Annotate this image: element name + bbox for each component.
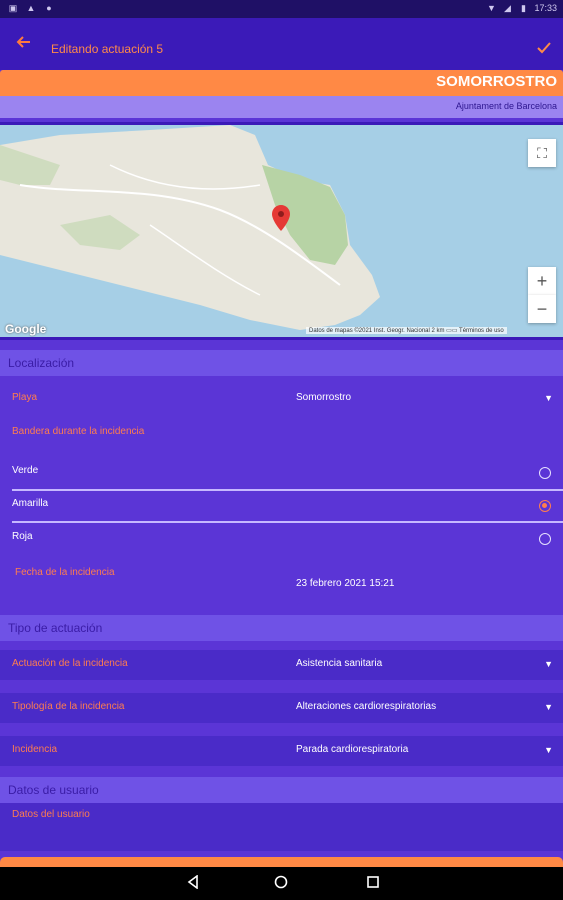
radio-option-roja[interactable]: Roja [0, 523, 563, 555]
bandera-label: Bandera durante la incidencia [12, 426, 145, 437]
map-canvas [0, 125, 563, 337]
back-arrow-icon[interactable] [14, 34, 34, 54]
dropdown-arrow-icon[interactable]: ▼ [544, 393, 553, 403]
fecha-value[interactable]: 23 febrero 2021 15:21 [296, 578, 394, 589]
tipologia-value[interactable]: Alteraciones cardiorespiratorias [296, 701, 436, 712]
app-bar: Editando actuación 5 [0, 18, 563, 70]
status-time: 17:33 [534, 3, 557, 13]
radio-option-amarilla[interactable]: Amarilla [0, 490, 563, 522]
radio-button[interactable] [539, 533, 551, 545]
section-localizacion: Localización [0, 350, 563, 376]
radio-label: Amarilla [12, 498, 49, 509]
beach-name: SOMORROSTRO [436, 73, 557, 90]
organization-banner: Ajuntament de Barcelona [0, 96, 563, 118]
dropdown-arrow-icon[interactable]: ▼ [544, 659, 553, 669]
fullscreen-icon[interactable]: ⛶ [528, 139, 556, 167]
google-logo: Google [5, 322, 47, 336]
tipologia-label: Tipología de la incidencia [12, 701, 125, 712]
dropdown-arrow-icon[interactable]: ▼ [544, 745, 553, 755]
radio-button[interactable] [539, 500, 551, 512]
section-title: Tipo de actuación [8, 621, 103, 635]
check-icon[interactable] [535, 40, 553, 58]
map-view[interactable]: ⛶ + − Google Datos de mapas ©2021 Inst. … [0, 122, 563, 340]
circle-icon: ● [46, 3, 52, 13]
fecha-row[interactable]: Fecha de la incidencia 23 febrero 2021 1… [0, 562, 563, 602]
status-bar: ▣ ▲ ● ▼ ◢ ▮ 17:33 [0, 0, 563, 18]
actuacion-value[interactable]: Asistencia sanitaria [296, 658, 382, 669]
radio-label: Roja [12, 531, 33, 542]
beach-banner: SOMORROSTRO [0, 70, 563, 96]
actuacion-label: Actuación de la incidencia [12, 658, 128, 669]
page-title: Editando actuación 5 [51, 42, 164, 56]
system-nav-bar [0, 867, 563, 900]
fecha-label: Fecha de la incidencia [15, 567, 115, 578]
zoom-out-icon[interactable]: − [528, 295, 556, 323]
signal-icon: ◢ [504, 3, 511, 13]
map-marker-icon[interactable] [272, 205, 290, 231]
zoom-in-icon[interactable]: + [528, 267, 556, 295]
section-tipo-actuacion: Tipo de actuación [0, 615, 563, 641]
incidencia-value[interactable]: Parada cardiorespiratoria [296, 744, 408, 755]
radio-button[interactable] [539, 467, 551, 479]
radio-label: Verde [12, 465, 39, 476]
nav-back-icon[interactable] [184, 874, 202, 893]
tipologia-row[interactable]: Tipología de la incidencia Alteraciones … [0, 693, 563, 723]
section-title: Localización [8, 356, 75, 370]
usuario-row[interactable]: Datos del usuario [0, 803, 563, 851]
usuario-label: Datos del usuario [12, 809, 90, 820]
nav-home-icon[interactable] [272, 875, 290, 893]
battery-icon: ▮ [520, 3, 526, 13]
radio-option-verde[interactable]: Verde [0, 457, 563, 489]
bottom-accent-bar [0, 857, 563, 867]
section-datos-usuario: Datos de usuario [0, 777, 563, 803]
playa-value[interactable]: Somorrostro [296, 392, 351, 403]
section-title: Datos de usuario [8, 783, 99, 797]
wifi-icon: ▼ [487, 3, 496, 13]
nav-recents-icon[interactable] [364, 875, 382, 893]
organization-name: Ajuntament de Barcelona [455, 101, 557, 111]
dropdown-arrow-icon[interactable]: ▼ [544, 702, 553, 712]
bandera-row: Bandera durante la incidencia [0, 418, 563, 444]
warning-icon: ▲ [26, 3, 36, 13]
actuacion-row[interactable]: Actuación de la incidencia Asistencia sa… [0, 650, 563, 680]
playa-row[interactable]: Playa Somorrostro ▼ [0, 384, 563, 414]
notification-icon: ▣ [8, 3, 18, 13]
incidencia-row[interactable]: Incidencia Parada cardiorespiratoria ▼ [0, 736, 563, 766]
incidencia-label: Incidencia [12, 744, 58, 755]
map-attribution[interactable]: Datos de mapas ©2021 Inst. Geogr. Nacion… [306, 327, 507, 334]
playa-label: Playa [12, 392, 38, 403]
